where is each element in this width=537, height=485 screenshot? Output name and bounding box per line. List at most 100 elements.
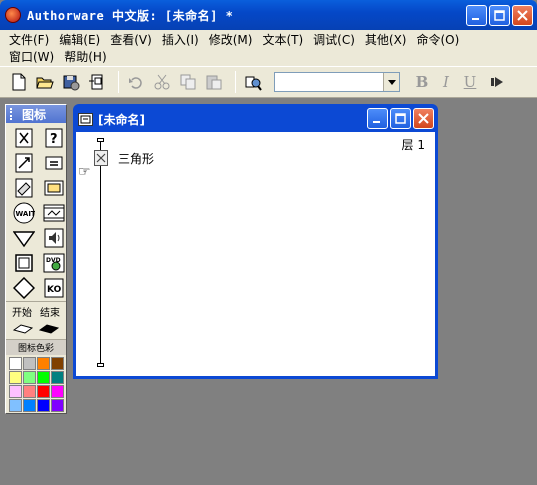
- color-swatch[interactable]: [37, 357, 50, 370]
- color-swatch[interactable]: [37, 371, 50, 384]
- menu-item-row1-6[interactable]: 调试(C): [308, 31, 360, 48]
- menu-row-1: 文件(F) 编辑(E) 查看(V) 插入(I) 修改(M) 文本(T) 调试(C) 其他(X)…: [4, 31, 533, 48]
- navigate-icon[interactable]: [12, 277, 36, 299]
- flowchart-window: [未命名] 三角形 ☞ 层 1: [73, 104, 438, 379]
- control-panel-button[interactable]: [486, 71, 508, 93]
- minimize-icon: [373, 121, 380, 123]
- color-swatch[interactable]: [51, 399, 64, 412]
- ko-icon-label: KO: [47, 285, 62, 295]
- cut-button[interactable]: [151, 71, 173, 93]
- display-icon[interactable]: [12, 127, 36, 149]
- authorware-app-icon[interactable]: [5, 7, 21, 23]
- color-swatch[interactable]: [9, 357, 22, 370]
- paste-hand-icon: ☞: [78, 164, 91, 180]
- display-icon[interactable]: [94, 150, 108, 166]
- flowchart-canvas[interactable]: 三角形 ☞ 层 1: [76, 132, 435, 376]
- menu-item-row2-1[interactable]: 帮助(H): [59, 48, 111, 65]
- menu-item-row1-5[interactable]: 文本(T): [257, 31, 308, 48]
- color-swatch[interactable]: [9, 399, 22, 412]
- app-titlebar[interactable]: Authorware 中文版: [未命名] *: [0, 0, 537, 30]
- framework-icon[interactable]: [12, 252, 36, 274]
- dvd-video-icon[interactable]: DVD: [42, 252, 66, 274]
- copy-icon: [180, 74, 196, 90]
- combo-dropdown-button[interactable]: [383, 73, 399, 91]
- chevron-down-icon: [387, 79, 396, 85]
- paste-button[interactable]: [203, 71, 225, 93]
- maximize-button[interactable]: [489, 5, 510, 26]
- save-button[interactable]: [60, 71, 82, 93]
- icon-color-swatches: [6, 355, 66, 414]
- underline-button[interactable]: U: [458, 73, 482, 91]
- start-flag-label: 开始: [12, 308, 32, 319]
- color-swatch[interactable]: [23, 371, 36, 384]
- icon-palette: 图标 ? WAIT DVD KO 开始 结束 图标色彩: [5, 104, 67, 414]
- color-swatch[interactable]: [37, 399, 50, 412]
- close-icon: [418, 113, 429, 124]
- motion-icon[interactable]: [12, 152, 36, 174]
- menu-item-row2-0[interactable]: 窗口(W): [4, 48, 59, 65]
- menu-item-row1-7[interactable]: 其他(X): [360, 31, 412, 48]
- color-swatch[interactable]: [23, 357, 36, 370]
- minimize-icon: [472, 18, 479, 20]
- flowchart-maximize-button[interactable]: [390, 108, 411, 129]
- color-swatch[interactable]: [23, 399, 36, 412]
- menu-item-row1-4[interactable]: 修改(M): [204, 31, 258, 48]
- icon-color-label: 图标色彩: [6, 339, 66, 355]
- bold-button[interactable]: B: [410, 73, 434, 91]
- flowchart-minimize-button[interactable]: [367, 108, 388, 129]
- import-button[interactable]: [86, 71, 108, 93]
- minimize-button[interactable]: [466, 5, 487, 26]
- window-title: Authorware 中文版: [未命名] *: [27, 8, 234, 23]
- new-file-button[interactable]: [8, 71, 30, 93]
- erase-icon[interactable]: [12, 177, 36, 199]
- paste-icon: [206, 75, 222, 90]
- flowline-end-marker: [97, 363, 104, 367]
- import-icon: [89, 74, 103, 90]
- start-flag-icon[interactable]: [13, 322, 33, 336]
- movie-icon[interactable]: [42, 202, 66, 224]
- menu-item-row1-3[interactable]: 插入(I): [157, 31, 204, 48]
- knowledge-object-icon[interactable]: KO: [42, 277, 66, 299]
- color-swatch[interactable]: [51, 371, 64, 384]
- layer-indicator: 层 1: [401, 138, 425, 152]
- menu-item-row1-2[interactable]: 查看(V): [105, 31, 157, 48]
- find-button[interactable]: [242, 71, 264, 93]
- interaction-icon[interactable]: ?: [42, 127, 66, 149]
- color-swatch[interactable]: [23, 385, 36, 398]
- color-swatch[interactable]: [37, 385, 50, 398]
- toolbar: B I U: [0, 66, 537, 98]
- end-flag-icon[interactable]: [39, 322, 59, 336]
- wait-icon[interactable]: WAIT: [12, 202, 36, 224]
- close-button[interactable]: [512, 5, 533, 26]
- toolbar-separator: [235, 71, 236, 93]
- grip-icon: [10, 108, 16, 120]
- scissors-icon: [154, 74, 170, 90]
- find-icon: [245, 76, 262, 91]
- decision-icon[interactable]: [12, 227, 36, 249]
- map-icon[interactable]: [42, 177, 66, 199]
- calculation-icon[interactable]: [42, 152, 66, 174]
- main-flowline: [100, 142, 101, 364]
- menu-row-2: 窗口(W) 帮助(H): [4, 48, 533, 65]
- menu-item-row1-0[interactable]: 文件(F): [4, 31, 54, 48]
- text-style-combo[interactable]: [274, 72, 400, 92]
- menu-item-row1-1[interactable]: 编辑(E): [54, 31, 105, 48]
- undo-button[interactable]: [125, 71, 147, 93]
- color-swatch[interactable]: [9, 371, 22, 384]
- color-swatch[interactable]: [9, 385, 22, 398]
- color-swatch[interactable]: [51, 385, 64, 398]
- play-control-icon: [491, 77, 503, 87]
- wait-icon-label: WAIT: [16, 210, 36, 218]
- palette-titlebar[interactable]: 图标: [6, 105, 66, 123]
- copy-button[interactable]: [177, 71, 199, 93]
- maximize-icon: [494, 10, 505, 21]
- color-swatch[interactable]: [51, 357, 64, 370]
- flowchart-close-button[interactable]: [413, 108, 434, 129]
- sound-icon[interactable]: [42, 227, 66, 249]
- open-file-button[interactable]: [34, 71, 56, 93]
- flow-node-label[interactable]: 三角形: [118, 150, 154, 167]
- svg-text:?: ?: [50, 132, 58, 147]
- menu-bar: 文件(F) 编辑(E) 查看(V) 插入(I) 修改(M) 文本(T) 调试(C) 其他(X)…: [0, 30, 537, 66]
- italic-button[interactable]: I: [434, 73, 458, 91]
- menu-item-row1-8[interactable]: 命令(O): [411, 31, 464, 48]
